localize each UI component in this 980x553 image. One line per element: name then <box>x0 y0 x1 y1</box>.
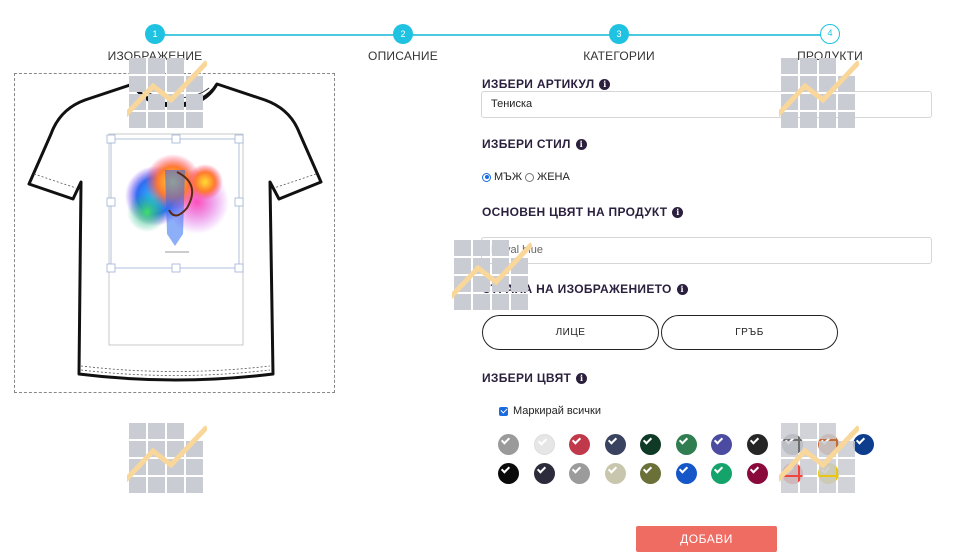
mark-all-checkbox[interactable] <box>499 406 508 416</box>
mark-all[interactable]: Маркирай всички <box>499 405 601 417</box>
check-icon <box>536 464 546 474</box>
color-swatch[interactable] <box>675 434 697 455</box>
color-swatch[interactable] <box>640 434 661 455</box>
color-swatch[interactable] <box>498 434 519 455</box>
article-select[interactable]: Тениска <box>481 91 932 118</box>
check-icon <box>642 435 653 445</box>
radio-male[interactable] <box>482 172 491 182</box>
image-placeholder-icon <box>127 58 207 128</box>
check-icon <box>749 435 759 445</box>
check-icon <box>500 435 511 445</box>
article-label: ИЗБЕРИ АРТИКУЛ i <box>482 77 611 91</box>
step-label: ОПИСАНИЕ <box>368 49 438 63</box>
color-swatch[interactable] <box>711 434 732 455</box>
info-icon[interactable]: i <box>576 372 588 384</box>
stepper-line <box>155 34 831 36</box>
image-placeholder-icon <box>779 423 859 493</box>
image-placeholder-icon <box>127 423 207 493</box>
check-icon <box>607 435 617 445</box>
image-placeholder-icon <box>452 240 532 310</box>
radio-male-label: МЪЖ <box>494 171 523 183</box>
info-icon[interactable]: i <box>599 78 611 90</box>
back-side-button[interactable]: ГРЪБ <box>661 315 838 350</box>
check-icon <box>713 464 724 474</box>
color-swatch[interactable] <box>746 463 768 484</box>
color-swatch[interactable] <box>569 434 590 455</box>
style-label: ИЗБЕРИ СТИЛ i <box>482 137 587 151</box>
check-icon <box>678 464 688 474</box>
color-swatch[interactable] <box>711 463 732 484</box>
mark-all-label: Маркирай всички <box>513 405 601 417</box>
step-circle: 4 <box>820 24 840 44</box>
step-description[interactable]: 2 ОПИСАНИЕ <box>333 24 473 63</box>
check-icon <box>642 464 653 474</box>
check-icon <box>678 435 688 445</box>
base-color-label: ОСНОВЕН ЦВЯТ НА ПРОДУКТ i <box>482 205 684 219</box>
color-swatch[interactable] <box>604 463 626 484</box>
color-swatch[interactable] <box>533 463 555 484</box>
check-icon <box>571 464 582 474</box>
color-swatch[interactable] <box>640 463 661 484</box>
check-icon <box>749 464 759 474</box>
add-button[interactable]: ДОБАВИ <box>636 526 777 552</box>
step-categories[interactable]: 3 КАТЕГОРИИ <box>549 24 689 63</box>
step-circle: 2 <box>393 24 413 44</box>
color-swatch[interactable] <box>675 463 697 484</box>
check-icon <box>571 435 582 445</box>
info-icon[interactable]: i <box>672 206 684 218</box>
check-icon <box>607 464 617 474</box>
step-circle: 1 <box>145 24 165 44</box>
radio-female-label: ЖЕНА <box>537 171 570 183</box>
info-icon[interactable]: i <box>575 138 587 150</box>
radio-female[interactable] <box>525 172 535 182</box>
color-swatch[interactable] <box>533 434 555 455</box>
check-icon <box>537 436 547 446</box>
front-side-button[interactable]: ЛИЦЕ <box>482 315 659 350</box>
check-icon <box>713 435 724 445</box>
step-label: КАТЕГОРИИ <box>583 49 655 63</box>
color-swatch[interactable] <box>498 463 519 484</box>
info-icon[interactable]: i <box>676 283 688 295</box>
color-label: ИЗБЕРИ ЦВЯТ i <box>482 371 588 385</box>
color-swatch[interactable] <box>746 434 768 455</box>
base-color-select[interactable]: Royal blue <box>481 237 932 264</box>
color-swatch[interactable] <box>569 463 590 484</box>
image-placeholder-icon <box>779 58 859 128</box>
style-options: МЪЖ ЖЕНА <box>482 171 570 183</box>
step-circle: 3 <box>609 24 629 44</box>
color-swatch[interactable] <box>604 434 626 455</box>
check-icon <box>500 464 511 474</box>
